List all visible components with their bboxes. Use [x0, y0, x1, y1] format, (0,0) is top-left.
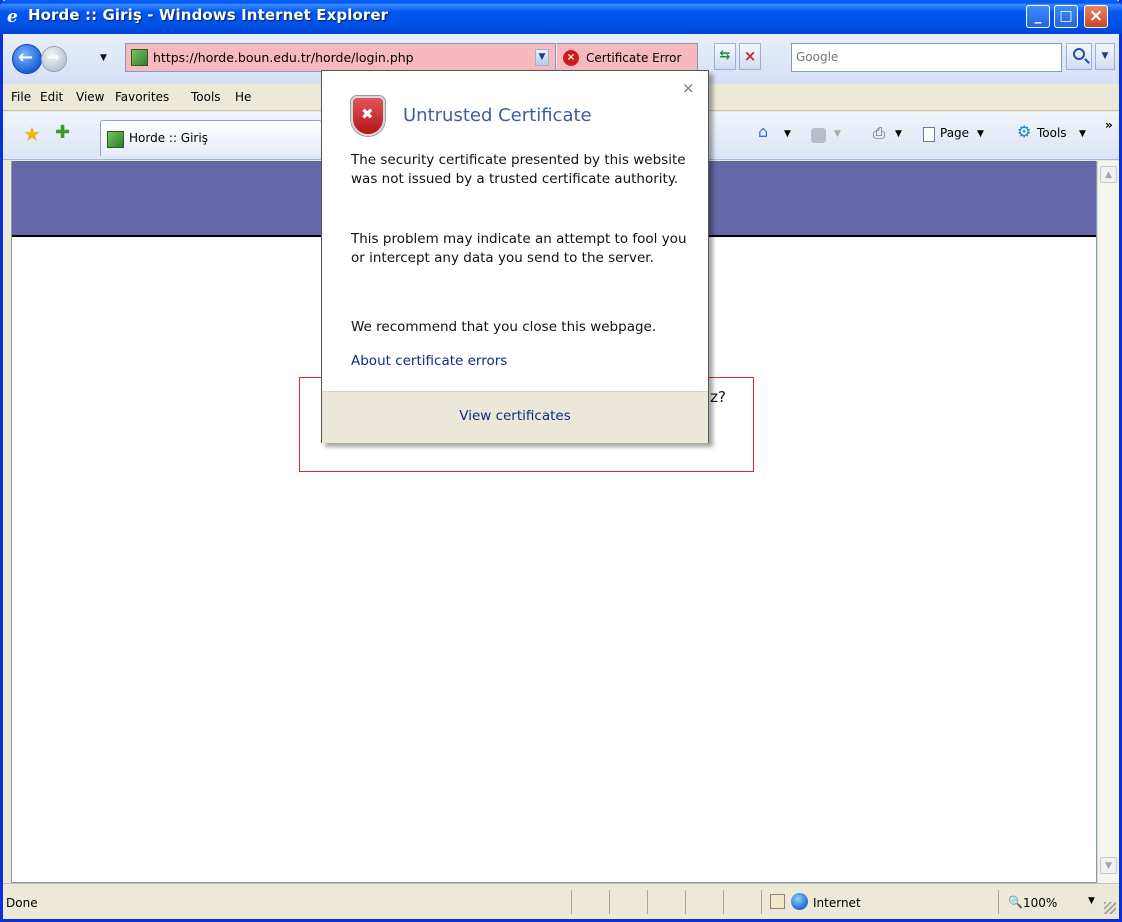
refresh-button[interactable]: ⇆	[714, 43, 736, 70]
address-bar[interactable]: https://horde.boun.edu.tr/horde/login.ph…	[125, 43, 556, 72]
recent-pages-dropdown-icon[interactable]: ▼	[100, 53, 107, 63]
search-options-dropdown-icon[interactable]: ▼	[1095, 43, 1115, 70]
status-divider	[609, 890, 610, 914]
certificate-error-button[interactable]: × Certificate Error	[557, 43, 698, 72]
tab-label: Horde :: Giriş	[129, 131, 208, 145]
add-favorites-icon[interactable]: ✚	[55, 122, 70, 143]
status-divider	[685, 890, 686, 914]
page-icon	[923, 127, 935, 142]
menu-edit[interactable]: Edit	[40, 90, 63, 104]
menu-favorites[interactable]: Favorites	[115, 90, 169, 104]
status-divider	[647, 890, 648, 914]
favorites-star-icon[interactable]: ★	[23, 122, 41, 146]
close-window-button[interactable]: ×	[1084, 5, 1108, 28]
internet-zone-globe-icon	[791, 893, 808, 910]
back-button[interactable]	[12, 44, 42, 74]
popup-paragraph-2: This problem may indicate an attempt to …	[351, 231, 687, 266]
menu-view[interactable]: View	[76, 90, 104, 104]
close-popup-icon[interactable]: ×	[682, 79, 695, 97]
tools-dropdown-icon[interactable]: ▼	[1079, 129, 1086, 139]
zoom-dropdown-icon[interactable]: ▼	[1088, 896, 1095, 906]
search-input[interactable]	[792, 44, 1052, 70]
popup-paragraph-3: We recommend that you close this webpage…	[351, 319, 657, 335]
title-bar: e Horde :: Giriş - Windows Internet Expl…	[0, 0, 1122, 34]
search-box[interactable]	[791, 43, 1062, 72]
status-bar: Done Internet 🔍 100% ▼	[3, 883, 1119, 919]
about-certificate-errors-link[interactable]: About certificate errors	[351, 353, 507, 369]
ie-logo-icon: e	[7, 7, 18, 27]
status-text: Done	[6, 896, 38, 910]
home-icon[interactable]: ⌂	[758, 122, 768, 141]
page-dropdown-icon[interactable]: ▼	[977, 129, 984, 139]
home-dropdown-icon[interactable]: ▼	[784, 129, 791, 139]
protected-mode-icon[interactable]	[770, 894, 785, 909]
menu-file[interactable]: File	[11, 90, 31, 104]
status-divider	[998, 890, 999, 914]
zoom-level[interactable]: 100%	[1023, 896, 1057, 910]
print-dropdown-icon[interactable]: ▼	[895, 129, 902, 139]
tools-gear-icon: ⚙	[1017, 122, 1032, 141]
security-shield-error-icon	[351, 96, 385, 136]
url-text[interactable]: https://horde.boun.edu.tr/horde/login.ph…	[153, 50, 414, 65]
tools-menu-button[interactable]: Tools	[1037, 126, 1067, 140]
security-zone-label[interactable]: Internet	[813, 896, 861, 910]
feeds-icon[interactable]	[811, 128, 826, 143]
popup-footer: View certificates	[322, 391, 708, 443]
vertical-scrollbar[interactable]: ▲ ▼	[1097, 161, 1119, 883]
more-commands-chevron-icon[interactable]: »	[1105, 118, 1113, 132]
stop-button[interactable]: ×	[739, 43, 761, 70]
scroll-up-icon[interactable]: ▲	[1100, 166, 1117, 183]
tab-horde-giris[interactable]: Horde :: Giriş	[100, 120, 322, 156]
menu-help[interactable]: He	[235, 90, 251, 104]
page-menu-button[interactable]: Page	[940, 126, 969, 140]
popup-paragraph-1: The security certificate presented by th…	[351, 152, 686, 187]
status-divider	[723, 890, 724, 914]
window-title: Horde :: Giriş - Windows Internet Explor…	[28, 6, 389, 24]
view-certificates-link[interactable]: View certificates	[322, 408, 708, 424]
certificate-error-popup: × Untrusted Certificate The security cer…	[321, 70, 709, 443]
zoom-icon: 🔍	[1008, 895, 1023, 909]
status-divider	[761, 890, 762, 914]
status-divider	[571, 890, 572, 914]
search-icon	[1073, 48, 1085, 60]
forward-button[interactable]	[41, 46, 67, 72]
feeds-dropdown-icon[interactable]: ▼	[834, 129, 841, 139]
resize-grip-icon[interactable]	[1104, 902, 1116, 914]
tab-favicon-icon	[107, 131, 124, 148]
certificate-error-icon: ×	[563, 50, 579, 66]
browser-window: e Horde :: Giriş - Windows Internet Expl…	[0, 0, 1122, 922]
certificate-error-label: Certificate Error	[586, 51, 682, 65]
print-icon[interactable]: ⎙	[873, 124, 885, 142]
popup-title: Untrusted Certificate	[403, 105, 592, 126]
scroll-down-icon[interactable]: ▼	[1100, 857, 1117, 874]
minimize-button[interactable]: _	[1026, 5, 1050, 28]
maximize-button[interactable]: □	[1054, 5, 1078, 28]
site-favicon-icon	[131, 49, 148, 66]
menu-tools[interactable]: Tools	[191, 90, 221, 104]
address-dropdown-icon[interactable]: ▼	[535, 49, 549, 66]
search-button[interactable]	[1066, 43, 1092, 70]
